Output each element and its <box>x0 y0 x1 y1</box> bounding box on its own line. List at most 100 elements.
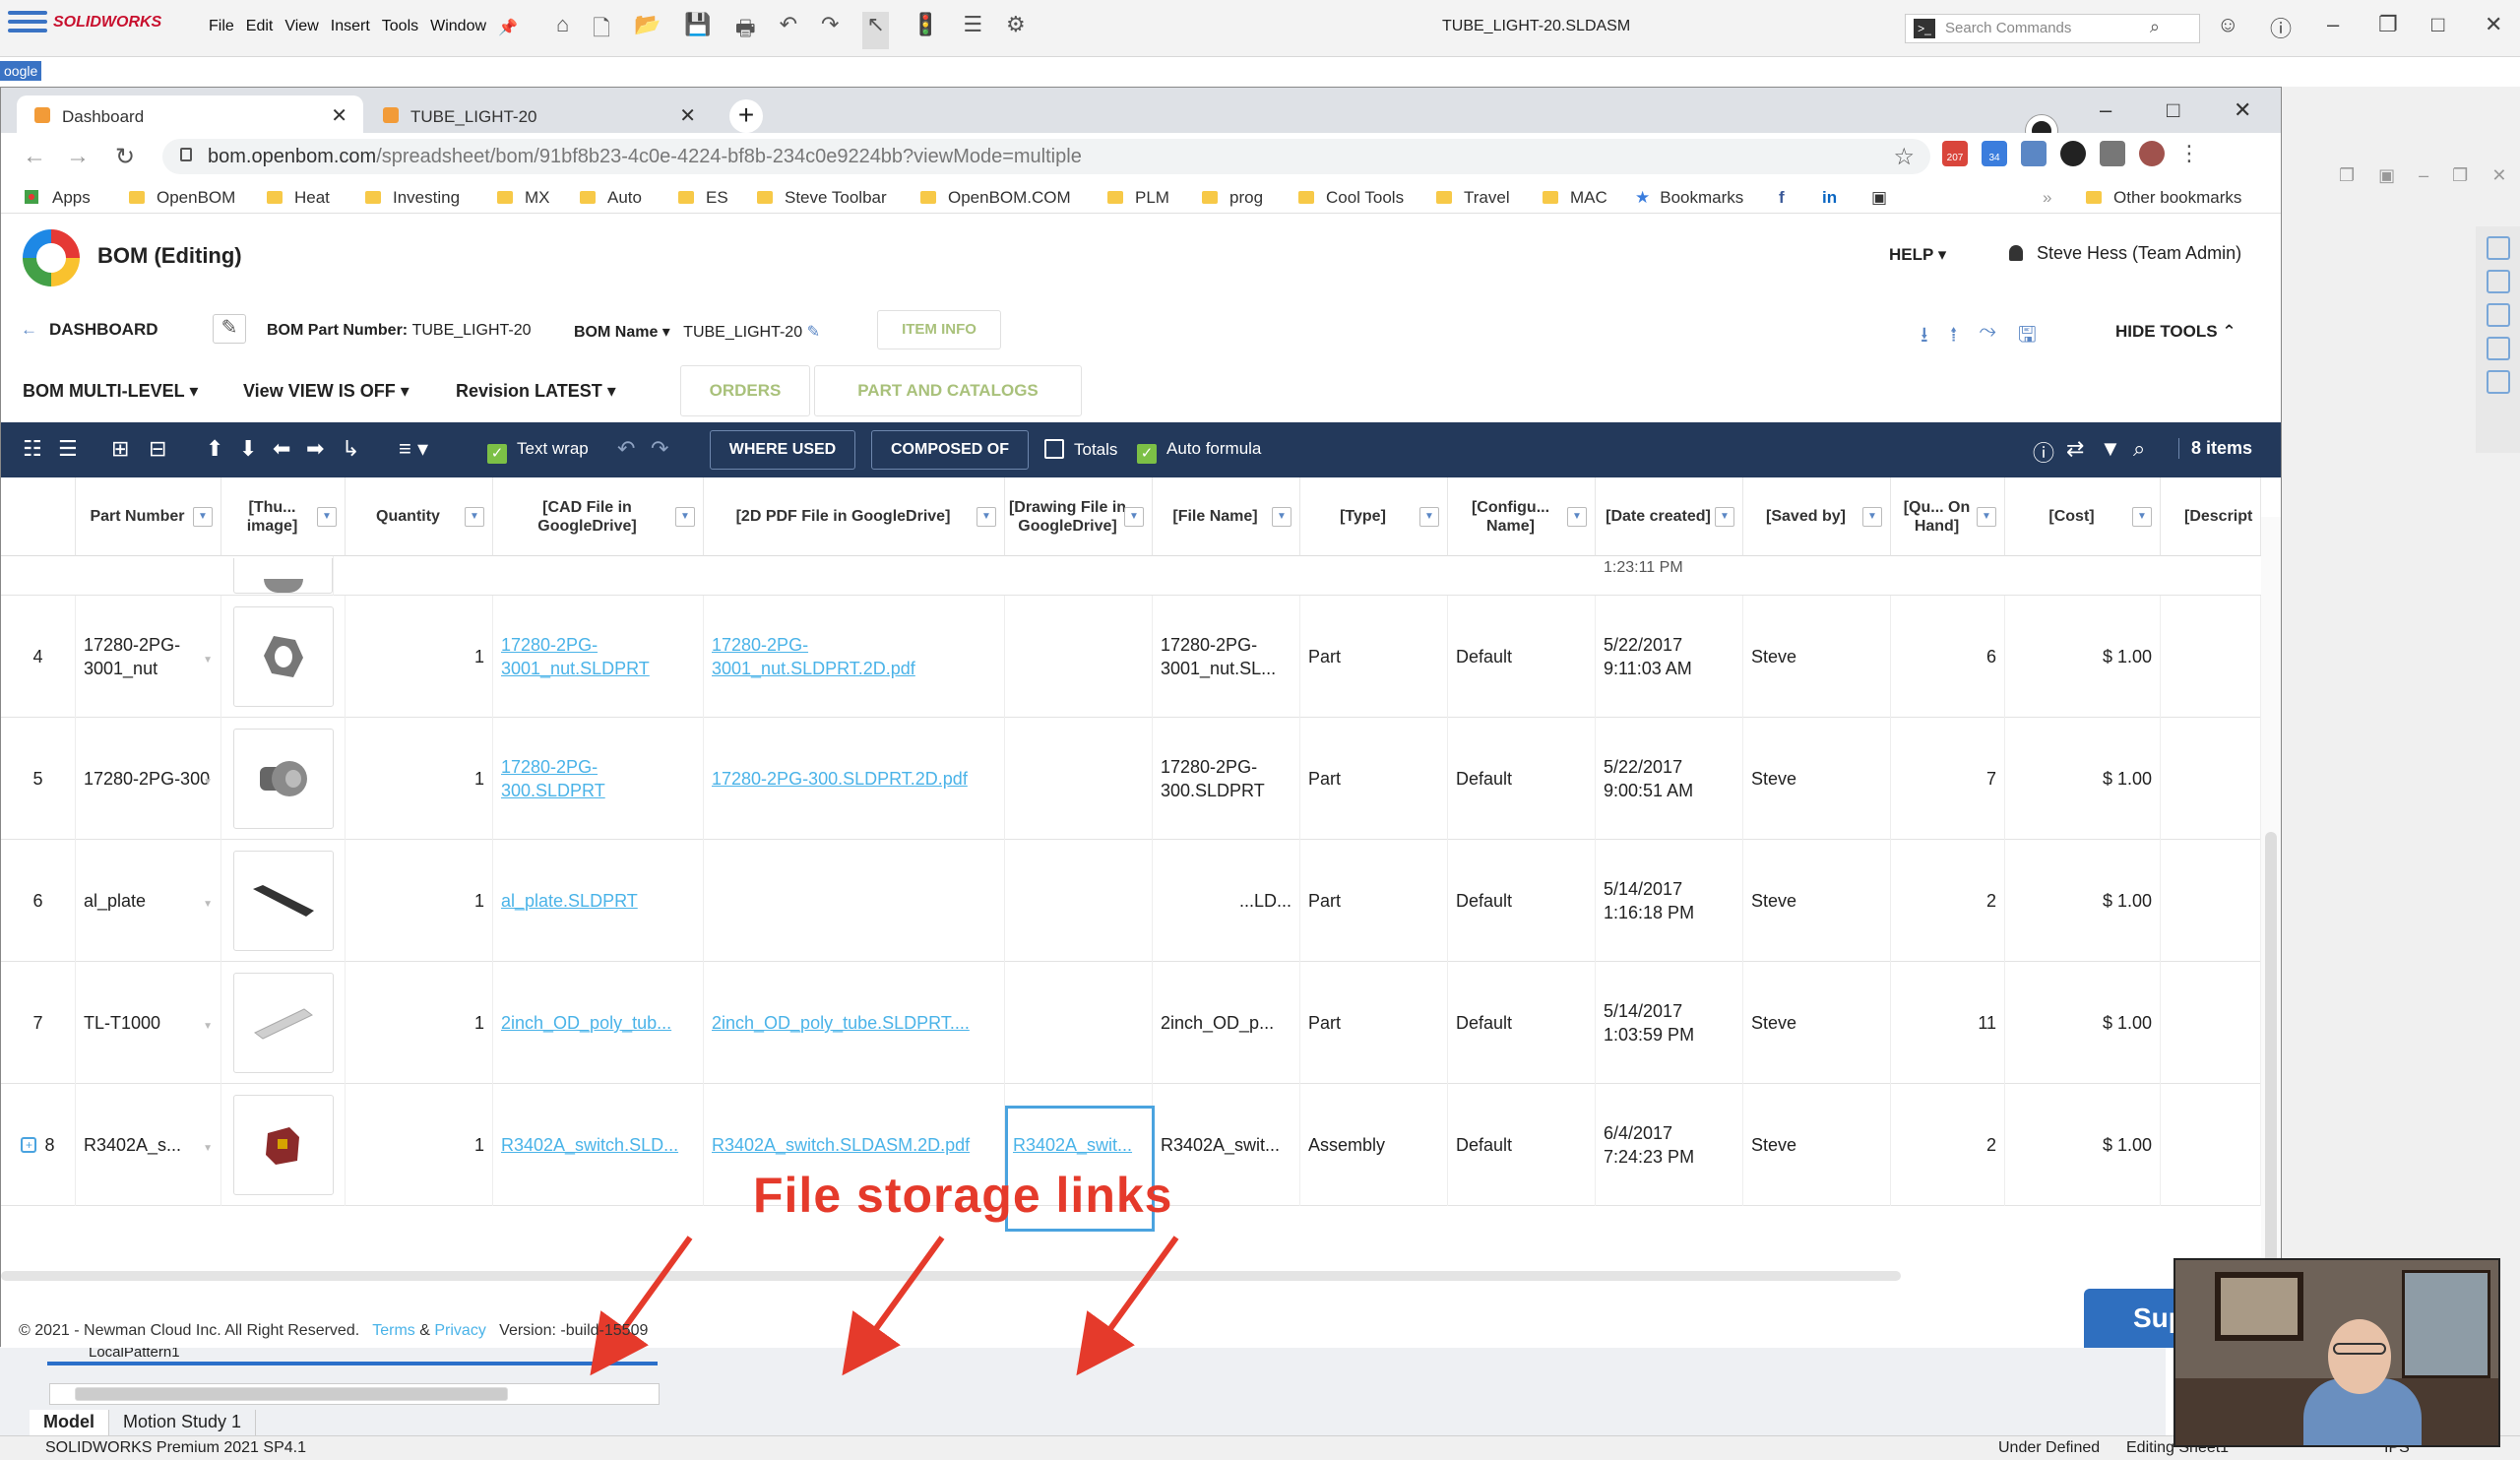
appearance-pane-icon[interactable] <box>2486 370 2510 394</box>
header-file-name[interactable]: [File Name] ▼ <box>1153 477 1300 556</box>
thumbnail-image[interactable] <box>232 606 334 707</box>
dashboard-link[interactable]: ← DASHBOARD <box>21 320 158 340</box>
header-part-number[interactable]: Part Number ▼ <box>76 477 221 556</box>
cloud-extension-icon[interactable] <box>2060 141 2086 166</box>
cell-type[interactable]: Assembly <box>1300 1084 1448 1206</box>
cell-cost[interactable]: $ 1.00 <box>2005 718 2161 840</box>
cell-drawing-file[interactable] <box>1005 596 1153 718</box>
cell-part-number[interactable]: al_plate ▼ <box>76 840 221 962</box>
print-icon[interactable]: 🖶 <box>735 12 756 49</box>
forward-icon[interactable]: → <box>66 143 90 170</box>
panel-close-icon[interactable]: ✕ <box>2491 165 2506 186</box>
cell-description[interactable] <box>2161 718 2261 840</box>
traffic-light-icon[interactable]: 🚦 <box>913 12 939 49</box>
help-icon[interactable]: ⓘ <box>2270 12 2292 43</box>
export-icon[interactable]: ⭫ <box>1950 318 1958 355</box>
header-quantity-on-hand[interactable]: [Qu... On Hand] ▼ <box>1891 477 2005 556</box>
view-dropdown[interactable]: View VIEW IS OFF ▾ <box>243 381 410 402</box>
panel-restore-icon[interactable]: ❐ <box>2339 165 2355 186</box>
bookmark-steve-toolbar[interactable]: Steve Toolbar <box>757 188 887 208</box>
cell-description[interactable] <box>2161 596 2261 718</box>
bom-type-dropdown[interactable]: BOM MULTI-LEVEL ▾ <box>23 381 198 402</box>
facebook-icon[interactable]: f <box>1779 188 1785 208</box>
bookmark-app-icon[interactable]: ▣ <box>1871 188 1887 208</box>
library-pane-icon[interactable] <box>2486 303 2510 327</box>
composed-of-button[interactable]: COMPOSED OF <box>871 430 1029 470</box>
cad-file-link[interactable]: al_plate.SLDPRT <box>501 889 638 913</box>
cell-cad-file[interactable]: R3402A_switch.SLD... <box>493 1084 704 1206</box>
header-pdf-file[interactable]: [2D PDF File in GoogleDrive] ▼ <box>704 477 1005 556</box>
cad-file-link[interactable]: 17280-2PG-300.SLDPRT <box>501 755 695 802</box>
cell-description[interactable] <box>2161 962 2261 1084</box>
save-icon[interactable]: 💾 <box>684 12 711 49</box>
new-tab-button[interactable]: + <box>729 99 763 133</box>
table-row-partial[interactable]: 1:23:11 PM <box>1 556 2261 596</box>
redo-icon[interactable]: ↷ <box>821 12 839 49</box>
flat-structure-icon[interactable]: ☰ <box>58 436 78 462</box>
tree-structure-icon[interactable]: ☷ <box>23 436 42 462</box>
cell-quantity[interactable]: 1 <box>346 962 493 1084</box>
tree-scrollbar[interactable] <box>49 1383 660 1405</box>
cell-quantity[interactable]: 1 <box>346 596 493 718</box>
cell-part-number[interactable]: R3402A_s... ▼ <box>76 1084 221 1206</box>
bookmarks-overflow-icon[interactable]: » <box>2043 188 2051 208</box>
tab-dashboard[interactable]: Dashboard ✕ <box>17 95 363 133</box>
cell-on-hand[interactable]: 6 <box>1891 596 2005 718</box>
cell-pdf-file[interactable]: 2inch_OD_poly_tube.SLDPRT.... <box>704 962 1005 1084</box>
cell-description[interactable] <box>2161 840 2261 962</box>
help-menu[interactable]: HELP ▾ <box>1889 245 1946 265</box>
thumbnail-image[interactable] <box>232 851 334 951</box>
cell-part-number[interactable]: 17280-2PG-300 ▼ <box>76 718 221 840</box>
cell-configuration[interactable]: Default <box>1448 1084 1596 1206</box>
menu-insert[interactable]: Insert <box>331 18 370 37</box>
search-icon[interactable]: ⌕ <box>2150 17 2160 37</box>
cell-on-hand[interactable]: 11 <box>1891 962 2005 1084</box>
info-icon[interactable]: ⓘ <box>2033 436 2054 468</box>
cell-quantity[interactable]: 1 <box>346 840 493 962</box>
table-row[interactable]: 7 TL-T1000 ▼ 1 2inch_OD_poly_tub... 2inch… <box>1 962 2261 1084</box>
menu-edit[interactable]: Edit <box>246 18 274 37</box>
cell-quantity[interactable]: 1 <box>346 1084 493 1206</box>
table-row[interactable]: 6 al_plate ▼ 1 al_plate.SLDPRT ...LD... P… <box>1 840 2261 962</box>
cell-saved-by[interactable]: Steve <box>1743 596 1891 718</box>
header-quantity[interactable]: Quantity ▼ <box>346 477 493 556</box>
cell-configuration[interactable]: Default <box>1448 596 1596 718</box>
bookmark-mx[interactable]: MX <box>497 188 550 208</box>
close-icon[interactable]: ✕ <box>2485 12 2502 37</box>
header-drawing-file[interactable]: [Drawing File in GoogleDrive] ▼ <box>1005 477 1153 556</box>
auto-formula-checkbox[interactable]: ✓ Auto formula <box>1137 439 1261 464</box>
badge-extension-icon[interactable]: 34 <box>1982 141 2007 166</box>
calendar-extension-icon[interactable]: 207 <box>1942 141 1968 166</box>
browser-close-icon[interactable]: ✕ <box>2234 97 2251 123</box>
cell-type[interactable]: Part <box>1300 962 1448 1084</box>
cell-on-hand[interactable]: 2 <box>1891 840 2005 962</box>
more-menu-icon[interactable]: ⋮ <box>2178 141 2204 166</box>
reload-icon[interactable]: ↻ <box>115 143 135 171</box>
indent-icon[interactable]: ↳ <box>342 436 359 462</box>
cell-configuration[interactable]: Default <box>1448 840 1596 962</box>
bookmark-cool-tools[interactable]: Cool Tools <box>1298 188 1404 208</box>
puzzle-extension-icon[interactable] <box>2100 141 2125 166</box>
filter-icon[interactable]: ▼ <box>2100 436 2121 462</box>
thumbnail-image[interactable] <box>232 729 334 829</box>
cell-date[interactable]: 5/14/2017 1:03:59 PM <box>1596 962 1743 1084</box>
cell-cad-file[interactable]: 17280-2PG-300.SLDPRT <box>493 718 704 840</box>
select-icon[interactable]: ↖ <box>862 12 889 49</box>
header-type[interactable]: [Type] ▼ <box>1300 477 1448 556</box>
cell-saved-by[interactable]: Steve <box>1743 962 1891 1084</box>
browser-minimize-icon[interactable]: – <box>2100 97 2111 123</box>
undo-icon[interactable]: ↶ <box>780 12 797 49</box>
cell-type[interactable]: Part <box>1300 596 1448 718</box>
cell-type[interactable]: Part <box>1300 718 1448 840</box>
bookmark-star-icon[interactable]: ☆ <box>1893 143 1915 171</box>
properties-icon[interactable]: ☰ <box>963 12 982 49</box>
browser-maximize-icon[interactable]: □ <box>2167 97 2179 123</box>
cell-type[interactable]: Part <box>1300 840 1448 962</box>
cell-cad-file[interactable]: 2inch_OD_poly_tub... <box>493 962 704 1084</box>
panel-tile-icon[interactable]: ▣ <box>2378 165 2395 186</box>
cell-file-name[interactable]: ...LD... <box>1153 840 1300 962</box>
home-icon[interactable]: ⌂ <box>556 12 569 49</box>
cell-cost[interactable]: $ 1.00 <box>2005 1084 2161 1206</box>
import-icon[interactable]: ⭳ <box>1921 318 1928 355</box>
close-tab-icon[interactable]: ✕ <box>679 103 696 128</box>
